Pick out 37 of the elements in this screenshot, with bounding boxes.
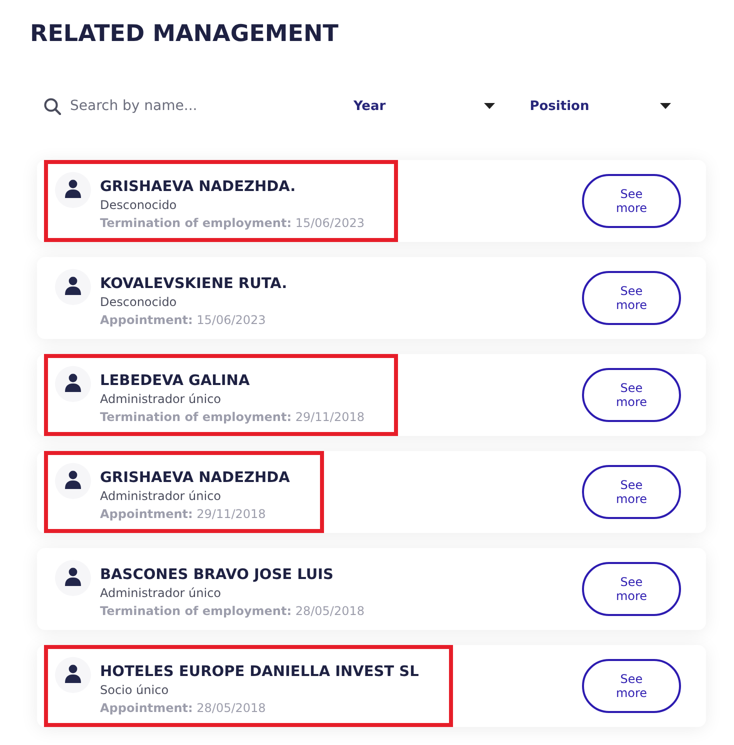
person-icon [55,269,91,305]
person-icon [55,463,91,499]
see-more-button[interactable]: See more [582,659,681,713]
see-more-button[interactable]: See more [582,562,681,616]
see-more-button[interactable]: See more [582,368,681,422]
see-more-button[interactable]: See more [582,465,681,519]
person-icon [55,366,91,402]
person-icon [55,657,91,693]
manager-name: KOVALEVSKIENE RUTA. [100,275,288,293]
event-date: Appointment: 15/06/2023 [100,312,267,329]
event-date: Termination of employment: 29/11/2018 [100,409,364,426]
manager-role: Administrador único [100,488,222,505]
manager-name: GRISHAEVA NADEZHDA. [100,178,297,196]
manager-role: Administrador único [100,391,222,408]
event-date: Termination of employment: 15/06/2023 [100,215,364,232]
caret-icon [484,103,495,109]
see-more-button[interactable]: See more [582,271,681,325]
manager-role: Administrador único [100,585,222,602]
manager-name: GRISHAEVA NADEZHDA [100,469,290,487]
manager-role: Desconocido [100,294,178,311]
search-icon [44,98,61,114]
event-date: Appointment: 28/05/2018 [100,700,267,717]
person-icon [55,172,91,208]
manager-name: HOTELES EUROPE DANIELLA INVEST SL [100,663,419,681]
manager-name: BASCONES BRAVO JOSE LUIS [100,566,334,584]
person-icon [55,560,91,596]
search-field[interactable]: Search by name... [70,98,310,114]
manager-name: LEBEDEVA GALINA [100,372,251,390]
see-more-button[interactable]: See more [582,174,681,228]
event-date: Appointment: 29/11/2018 [100,506,267,523]
event-date: Termination of employment: 28/05/2018 [100,603,364,620]
manager-role: Socio único [100,682,170,699]
section-title: RELATED MANAGEMENT [30,20,340,48]
caret-icon [660,103,671,109]
manager-role: Desconocido [100,197,178,214]
filter-dropdown[interactable]: Year [353,98,495,114]
filter-dropdown[interactable]: Position [530,98,671,114]
